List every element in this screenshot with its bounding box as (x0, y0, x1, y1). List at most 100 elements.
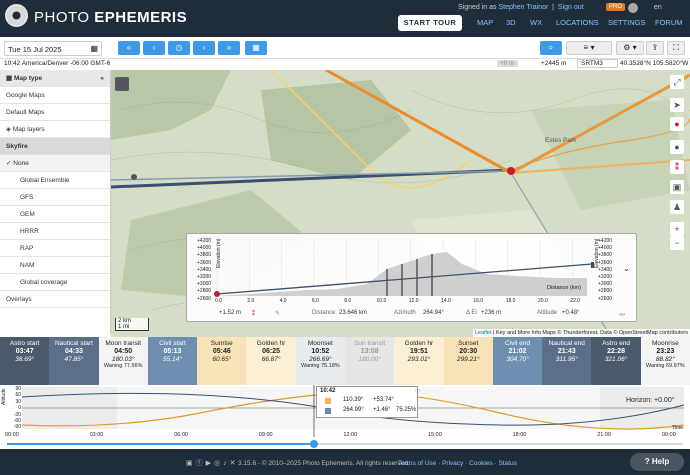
instagram-icon[interactable]: ◎ (214, 460, 223, 467)
nav-3d[interactable]: 3D (506, 18, 516, 27)
event-cell[interactable]: Civil end 21:02 304.70° (492, 337, 543, 385)
layers-toggle-icon[interactable]: ▦ (115, 77, 129, 91)
user-icon[interactable] (628, 3, 638, 13)
event-time: 06:25 (262, 348, 281, 355)
settings-menu-button[interactable]: ⚙ ▾ (616, 41, 644, 55)
moon-icon (325, 408, 331, 414)
pin-red-icon[interactable]: ● (670, 117, 684, 131)
skyfire-option-none[interactable]: ✓ None (0, 155, 110, 172)
terms-link[interactable]: Terms of Use (398, 460, 436, 467)
nav-map[interactable]: MAP (477, 18, 493, 27)
profile-y-tick: +3400 (197, 266, 212, 273)
search-button[interactable]: ⌕ (540, 41, 562, 55)
date-input[interactable]: Tue 15 Jul 2025 ▦ (4, 41, 102, 56)
event-angle: 47.85° (64, 356, 84, 363)
photo-icon[interactable]: ▣ (670, 180, 684, 194)
nav-forum[interactable]: FORUM (655, 18, 683, 27)
signed-in-text: Signed in as Stephen Trainor | Sign out (458, 4, 584, 11)
collapse-icon[interactable]: « (100, 70, 104, 87)
wave-icon[interactable]: 〰 (619, 310, 625, 319)
start-tour-button[interactable]: START TOUR (398, 15, 462, 31)
event-cell[interactable]: Moonset 10:52 266.69° Waning 75.18% (295, 337, 345, 385)
user-link[interactable]: Stephen Trainor (498, 4, 548, 11)
event-name: Sunrise (210, 340, 233, 347)
sidebar-skyfire[interactable]: Skyfire (0, 138, 110, 155)
event-extra: Waning 69.97% (646, 363, 685, 369)
profile-y-tick: +3000 (197, 281, 212, 288)
event-time: 23:23 (656, 348, 675, 355)
dem-select[interactable]: SRTM3 (577, 59, 618, 68)
language-link[interactable]: en (654, 4, 662, 11)
privacy-link[interactable]: Privacy (442, 460, 463, 467)
event-cell[interactable]: Civil start 05:13 55.14° (147, 337, 198, 385)
zoom-out-button[interactable]: − (670, 236, 684, 250)
event-time: 05:13 (163, 348, 182, 355)
skip-back-day-button[interactable]: « (118, 41, 140, 55)
nav-settings[interactable]: SETTINGS (608, 18, 646, 27)
time-slider-handle[interactable] (310, 440, 318, 448)
event-cell[interactable]: Golden hr 06:25 66.87° (246, 337, 296, 385)
cookies-link[interactable]: Cookies (469, 460, 492, 467)
skyfire-option-gfs[interactable]: GFS (0, 189, 110, 206)
sidebar-item-google-maps[interactable]: Google Maps (0, 87, 110, 104)
skyfire-option-gem[interactable]: GEM (0, 206, 110, 223)
footer: ▣ⓕ▶◎♪✕ 3.15.6 - © 2010–2025 Photo Epheme… (0, 449, 690, 475)
zoom-in-button[interactable]: + (670, 222, 684, 236)
calendar-grid-button[interactable]: ▦ (245, 41, 267, 55)
event-cell[interactable]: Moonrise 23:23 88.82° Waning 69.97% (640, 337, 690, 385)
event-time: 04:33 (64, 348, 83, 355)
expand-icon[interactable]: ⤢ (670, 75, 684, 89)
status-link[interactable]: Status (498, 460, 516, 467)
skip-forward-day-button[interactable]: » (218, 41, 240, 55)
event-angle: 66.87° (261, 356, 281, 363)
x-ticks: 0.0 2.0 4.0 6.0 8.0 10.0 12.0 14.0 16.0 18.0 20.0 2… (187, 298, 638, 306)
skyfire-option-nam[interactable]: NAM (0, 257, 110, 274)
skyfire-option-rap[interactable]: RAP (0, 240, 110, 257)
timeline-chart[interactable]: Altitude 90 60 30 0 -30 -60 -90 00:00 03:00 06:0… (0, 385, 690, 445)
pin-grey-icon[interactable]: ● (670, 140, 684, 154)
help-button[interactable]: ? Help (630, 453, 684, 471)
event-cell[interactable]: Sunset 20:30 299.21° (443, 337, 493, 385)
skyfire-option-global-coverage[interactable]: Global coverage (0, 274, 110, 291)
skyfire-option-hrrr[interactable]: HRRR (0, 223, 110, 240)
calendar-icon[interactable]: ▦ (90, 44, 98, 53)
leaflet-link[interactable]: Leaflet (475, 330, 492, 336)
event-cell[interactable]: Sun transit 13:08 180.00° (345, 337, 395, 385)
event-cell[interactable]: Nautical start 04:33 47.85° (49, 337, 99, 385)
mastodon-icon[interactable]: ▣ (186, 460, 196, 467)
skip-forward-button[interactable]: › (193, 41, 215, 55)
sidebar-item-default-maps[interactable]: Default Maps (0, 104, 110, 121)
nav-wx[interactable]: WX (530, 18, 542, 27)
event-cell[interactable]: Astro start 03:47 38.69° (0, 337, 50, 385)
fullscreen-button[interactable]: ⛶ (667, 41, 685, 55)
event-cell[interactable]: Sunrise 05:46 60.65° (197, 337, 247, 385)
profile-y-tick: +3000 (598, 281, 613, 288)
pin-pair-icon[interactable]: ⁑ (670, 160, 684, 174)
pin-swap-icon[interactable]: ⁑ (252, 310, 255, 317)
event-cell[interactable]: Astro end 22:28 321.06° (591, 337, 641, 385)
skip-back-button[interactable]: ‹ (143, 41, 165, 55)
sidebar-map-type[interactable]: ▦ Map type « (0, 70, 110, 87)
nav-locations[interactable]: LOCATIONS (556, 18, 599, 27)
sidebar-overlays[interactable]: Overlays (0, 291, 110, 308)
youtube-icon[interactable]: ▶ (206, 460, 214, 467)
distance-label: Distance (312, 310, 336, 316)
sidebar-map-layers[interactable]: ◈ Map layers (0, 121, 110, 138)
event-cell[interactable]: Nautical end 21:43 311.95° (542, 337, 592, 385)
event-cell[interactable]: Moon transit 04:50 180.03° Waning 77.56% (98, 337, 148, 385)
sidebar: ▦ Map type « Google Maps Default Maps ◈ M… (0, 70, 111, 334)
skyfire-option-global-ensemble[interactable]: Global Ensemble (0, 172, 110, 189)
sign-out-link[interactable]: Sign out (558, 4, 584, 11)
event-angle: 55.14° (163, 356, 182, 363)
y-ticks-right: +4200 +4000 +3800 +3600 +3400 +3200 +3000 +2800… (598, 238, 612, 303)
person-icon[interactable]: ♟ (670, 200, 684, 214)
now-clock-button[interactable]: ◷ (168, 41, 190, 55)
list-menu-button[interactable]: ≡ ▾ (566, 41, 612, 55)
edit-icon[interactable]: ✎ (275, 310, 280, 317)
event-cell[interactable]: Golden hr 19:51 293.01° (394, 337, 444, 385)
locate-icon[interactable]: ➤ (670, 98, 684, 112)
timeline-x-tick: 06:00 (174, 432, 188, 438)
facebook-icon[interactable]: ⓕ (196, 460, 206, 467)
share-button[interactable]: ⇪ (646, 41, 664, 55)
collapse-chevron-icon[interactable]: ⌄ (623, 264, 630, 273)
